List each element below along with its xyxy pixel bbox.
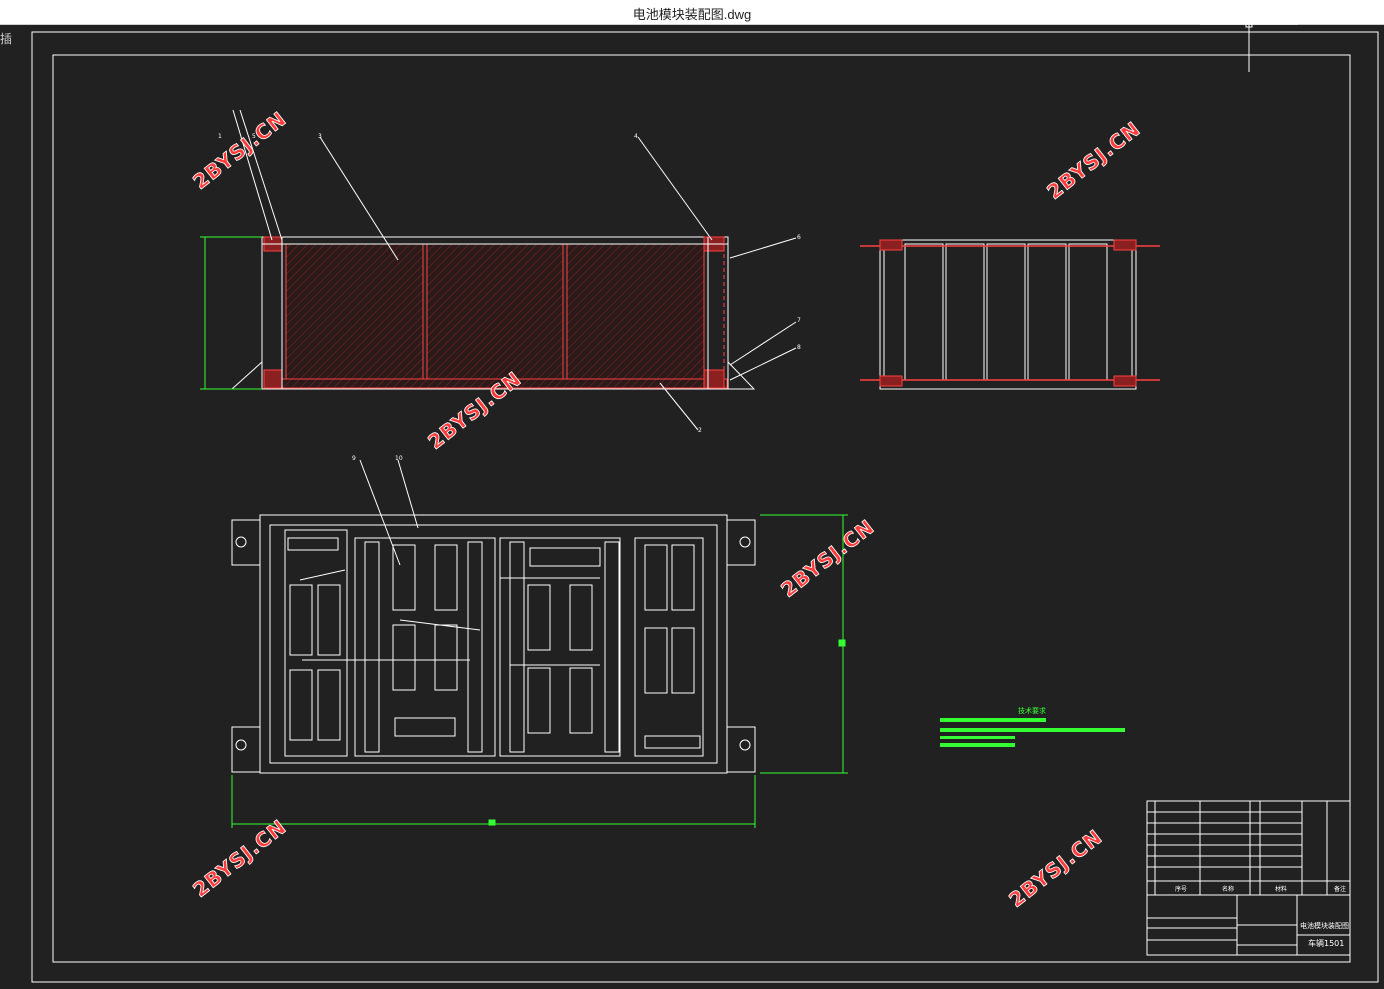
tech-requirements-title: 技术要求 xyxy=(1018,706,1046,715)
balloon-3: 3 xyxy=(318,133,322,140)
top-plan-view xyxy=(231,459,756,774)
balloon-6: 6 xyxy=(797,234,801,241)
balloon-7: 7 xyxy=(797,317,801,324)
window-titlebar: 电池模块装配图.dwg xyxy=(0,0,1384,25)
watermark-text: 2BYSJ.CN xyxy=(776,514,879,602)
header-material: 材料 xyxy=(1275,885,1287,893)
balloon-4: 4 xyxy=(634,133,638,140)
watermark-text: 2BYSJ.CN xyxy=(1004,824,1107,912)
balloon-10: 10 xyxy=(395,455,403,462)
watermarks: 2BYSJ.CN 2BYSJ.CN 2BYSJ.CN 2BYSJ.CN 2BYS… xyxy=(188,106,1145,912)
side-view xyxy=(860,239,1160,390)
balloon-8: 8 xyxy=(797,344,801,351)
drawing-canvas[interactable]: 1 2 3 4 5 6 7 8 9 10 技术要求 序号 名称 材料 备注 电池… xyxy=(0,24,1384,989)
technical-requirements: 技术要求 xyxy=(940,706,1125,747)
header-remarks: 备注 xyxy=(1334,885,1346,893)
balloon-9: 9 xyxy=(352,455,356,462)
watermark-text: 2BYSJ.CN xyxy=(188,814,291,902)
watermark-text: 2BYSJ.CN xyxy=(1042,116,1145,204)
watermark-text: 2BYSJ.CN xyxy=(188,106,291,194)
window-title: 电池模块装配图.dwg xyxy=(632,7,752,22)
drawing-code: 车辆1501 xyxy=(1308,938,1344,948)
balloon-1: 1 xyxy=(218,133,222,140)
header-index: 序号 xyxy=(1175,885,1187,893)
balloon-2: 2 xyxy=(698,427,702,434)
drawing-name: 电池模块装配图 xyxy=(1300,921,1349,930)
title-block: 序号 名称 材料 备注 电池模块装配图 车辆1501 xyxy=(1146,800,1351,956)
plan-dimensions xyxy=(231,514,848,828)
header-name: 名称 xyxy=(1222,885,1234,893)
outer-frame xyxy=(31,31,1379,983)
